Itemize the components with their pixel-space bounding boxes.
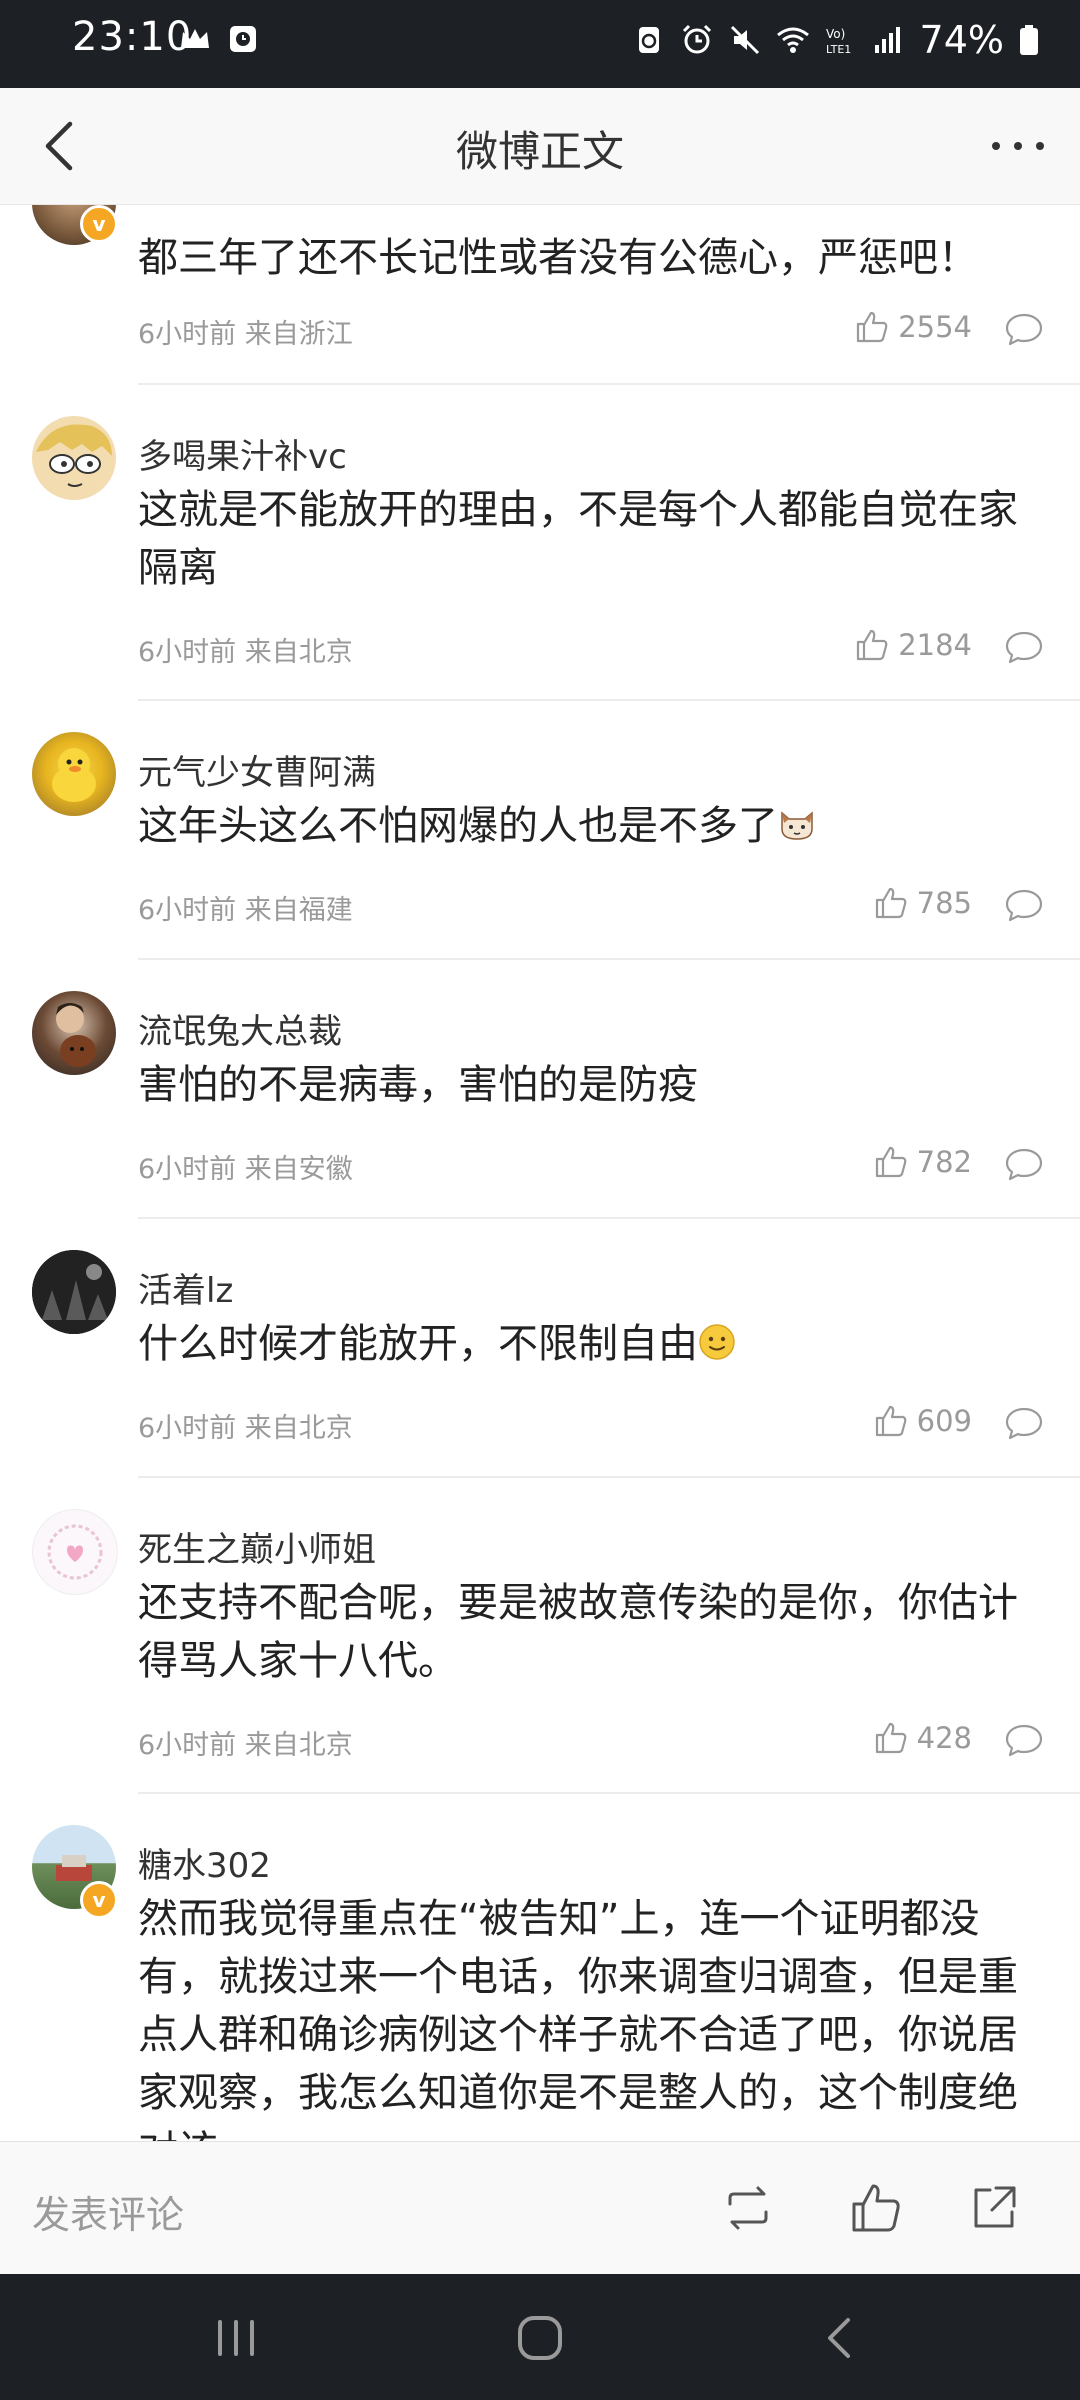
comment-meta: 6小时前 来自北京	[138, 1730, 353, 1761]
comment-text: 害怕的不是病毒，害怕的是防疫	[138, 1062, 698, 1108]
smile-emoji	[699, 1324, 735, 1360]
avatar-image	[36, 424, 112, 487]
divider	[138, 1476, 1080, 1478]
thumbs-up-icon	[875, 1146, 906, 1178]
username[interactable]: 元气少女曹阿满	[138, 745, 376, 794]
like-count: 609	[916, 1404, 972, 1438]
like-button[interactable]: 2554	[854, 309, 972, 345]
comment-bubble-icon[interactable]	[1004, 1722, 1044, 1758]
comment-bubble-icon[interactable]	[1004, 1146, 1044, 1182]
comment-text: 这就是不能放开的理由，不是每个人都能自觉在家隔离	[138, 487, 1018, 591]
comment-list[interactable]: v 都三年了还不长记性或者没有公德心，严惩吧！ 6小时前 来自浙江 2554 多…	[0, 205, 1080, 2141]
avatar-image	[56, 1003, 96, 1067]
thumbs-up-icon	[875, 887, 906, 919]
status-time: 23:10	[72, 14, 193, 60]
comment-text-content: 这年头这么不怕网爆的人也是不多了	[138, 803, 778, 849]
like-count: 428	[916, 1721, 972, 1755]
nav-bar: 微博正文	[0, 88, 1080, 205]
divider	[138, 383, 1080, 385]
battery-percent: 74%	[919, 18, 1004, 62]
recent-apps-icon[interactable]	[206, 2308, 266, 2368]
like-button[interactable]: 785	[873, 885, 972, 921]
svg-text:LTE1: LTE1	[826, 43, 851, 56]
verified-badge-icon: v	[80, 205, 118, 243]
thumbs-up-icon	[875, 1405, 906, 1437]
thumbs-up-icon	[857, 629, 888, 661]
username[interactable]: 流氓兔大总裁	[138, 1004, 342, 1053]
comment-meta: 6小时前 来自福建	[138, 895, 353, 926]
avatar[interactable]	[32, 732, 116, 816]
wifi-icon	[776, 27, 809, 53]
cat-face-emoji	[781, 811, 813, 840]
divider	[138, 958, 1080, 960]
bottom-toolbar: 发表评论	[0, 2141, 1080, 2275]
system-nav-bar	[0, 2274, 1080, 2400]
divider	[138, 1792, 1080, 1794]
battery-icon	[1020, 25, 1038, 55]
avatar-image	[52, 748, 96, 802]
mute-icon	[730, 25, 759, 55]
signal-icon	[874, 27, 900, 53]
comment-text: 还支持不配合呢，要是被故意传染的是你，你估计得骂人家十八代。	[138, 1580, 1018, 1684]
thumbs-up-icon	[875, 1722, 906, 1754]
like-button[interactable]: 782	[873, 1144, 972, 1180]
avatar[interactable]	[32, 416, 116, 500]
like-button[interactable]: 428	[873, 1720, 972, 1756]
like-button[interactable]: 2184	[854, 627, 972, 663]
share-icon[interactable]	[966, 2180, 1022, 2236]
comment-meta: 6小时前 来自浙江	[138, 319, 353, 350]
avatar-image	[32, 1250, 116, 1334]
comment-input[interactable]: 发表评论	[32, 2184, 184, 2239]
verified-badge-icon: v	[80, 1881, 118, 1919]
svg-text:Vo): Vo)	[826, 27, 845, 41]
status-bar: 23:10 Vo) LTE1 74%	[0, 0, 1080, 88]
comment-text: 什么时候才能放开，不限制自由	[138, 1315, 1038, 1373]
like-button[interactable]: 609	[873, 1403, 972, 1439]
comment-text: 这年头这么不怕网爆的人也是不多了	[138, 797, 1038, 855]
more-dots-icon[interactable]	[982, 114, 1054, 178]
avatar[interactable]	[32, 991, 116, 1075]
thumbs-up-icon	[857, 311, 888, 343]
volte-icon: Vo) LTE1	[826, 27, 851, 56]
like-count: 782	[916, 1145, 972, 1179]
comment-text: 然而我觉得重点在“被告知”上，连一个证明都没有，就拨过来一个电话，你来调查归调查…	[138, 1896, 1018, 2141]
avatar-image	[47, 1524, 103, 1580]
like-count: 785	[916, 886, 972, 920]
page-title: 微博正文	[455, 127, 624, 176]
comment-bubble-icon[interactable]	[1004, 311, 1044, 347]
username[interactable]: 活着lz	[138, 1263, 233, 1312]
square-clock-icon	[230, 26, 256, 52]
comment-text-content: 什么时候才能放开，不限制自由	[138, 1321, 698, 1367]
comment-meta: 6小时前 来自安徽	[138, 1154, 353, 1185]
like-icon[interactable]	[848, 2180, 904, 2236]
like-count: 2554	[898, 310, 972, 344]
comment-bubble-icon[interactable]	[1004, 629, 1044, 665]
divider	[138, 699, 1080, 701]
username[interactable]: 死生之巅小师姐	[138, 1522, 376, 1571]
repost-icon[interactable]	[720, 2180, 776, 2236]
comment-text: 都三年了还不长记性或者没有公德心，严惩吧！	[138, 235, 978, 281]
alarm-icon	[682, 24, 711, 54]
like-count: 2184	[898, 628, 972, 662]
comment-meta: 6小时前 来自北京	[138, 1413, 353, 1444]
comment-bubble-icon[interactable]	[1004, 887, 1044, 923]
divider	[138, 1217, 1080, 1219]
username[interactable]: 多喝果汁补vc	[138, 429, 347, 478]
back-icon[interactable]	[810, 2308, 870, 2368]
home-icon[interactable]	[510, 2308, 570, 2368]
crown-icon	[181, 29, 209, 48]
comment-bubble-icon[interactable]	[1004, 1405, 1044, 1441]
avatar[interactable]	[32, 1250, 116, 1334]
avatar[interactable]	[32, 1509, 118, 1595]
recycle-icon	[638, 27, 659, 53]
username[interactable]: 糖水302	[138, 1838, 271, 1887]
comment-meta: 6小时前 来自北京	[138, 637, 353, 668]
